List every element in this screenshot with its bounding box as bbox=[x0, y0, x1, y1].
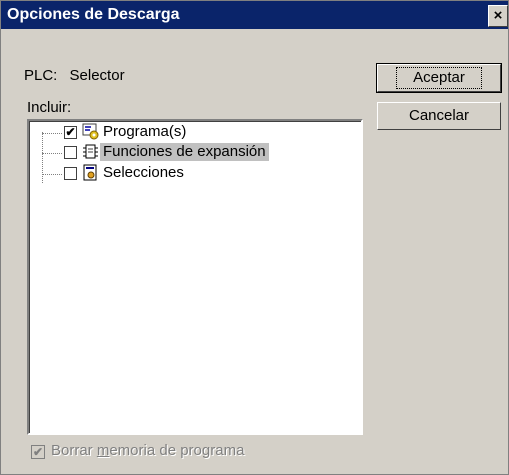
expansion-functions-label: Funciones de expansión bbox=[100, 143, 269, 161]
programs-label: Programa(s) bbox=[103, 123, 187, 140]
selections-label: Selecciones bbox=[103, 164, 184, 181]
tree-branch-line bbox=[42, 133, 62, 134]
plc-info: PLC: Selector bbox=[24, 67, 125, 84]
plc-label: PLC: bbox=[24, 67, 58, 84]
programs-checkbox[interactable]: ✔ bbox=[64, 126, 77, 139]
plc-value: Selector bbox=[69, 67, 125, 84]
cancel-button[interactable]: Cancelar bbox=[377, 102, 501, 130]
download-options-dialog: Opciones de Descarga × PLC: Selector Inc… bbox=[0, 0, 509, 475]
include-tree[interactable]: ✔ Programa(s) Funciones de expansión Sel… bbox=[27, 119, 363, 435]
erase-memory-checkbox[interactable]: ✔ bbox=[31, 445, 45, 459]
dialog-title: Opciones de Descarga bbox=[7, 6, 180, 23]
program-icon bbox=[82, 123, 99, 140]
tree-viewport: ✔ Programa(s) Funciones de expansión Sel… bbox=[29, 121, 361, 433]
accept-button[interactable]: Aceptar bbox=[376, 63, 502, 93]
tree-branch-line bbox=[42, 153, 62, 154]
erase-memory-mnemonic: m bbox=[96, 442, 110, 459]
erase-memory-label-pre: Borrar bbox=[51, 442, 97, 459]
accept-button-label: Aceptar bbox=[396, 67, 482, 89]
include-label: Incluir: bbox=[27, 99, 72, 116]
erase-memory-label: Borrar memoria de programa bbox=[51, 442, 244, 459]
selections-icon bbox=[83, 164, 97, 181]
tree-branch-line bbox=[42, 174, 62, 175]
close-button[interactable]: × bbox=[488, 5, 508, 27]
expansion-functions-checkbox[interactable] bbox=[64, 146, 77, 159]
title-bar[interactable]: Opciones de Descarga × bbox=[1, 1, 508, 29]
selections-checkbox[interactable] bbox=[64, 167, 77, 180]
tree-connector bbox=[42, 132, 43, 183]
erase-memory-label-post: emoria de programa bbox=[109, 442, 245, 459]
expansion-functions-icon bbox=[83, 144, 98, 159]
